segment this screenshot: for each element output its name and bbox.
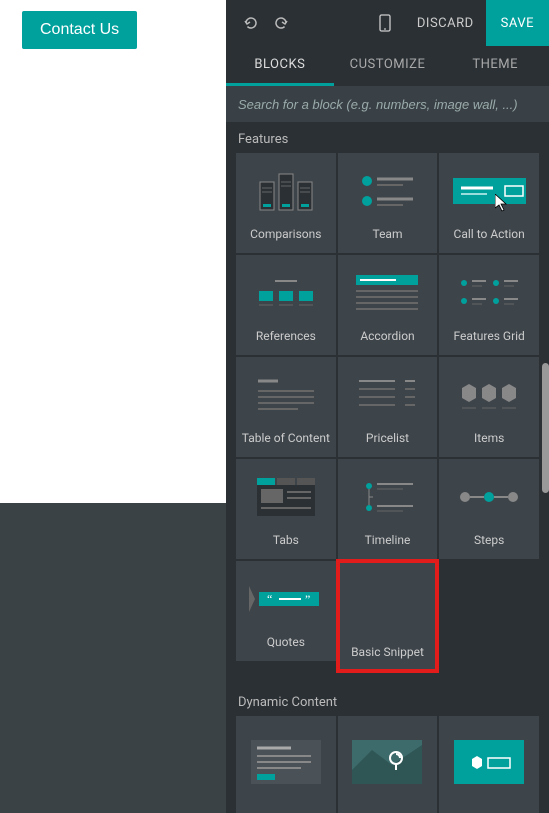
redo-icon[interactable] xyxy=(266,8,296,38)
block-tabs[interactable]: Tabs xyxy=(236,459,336,559)
block-pricelist[interactable]: Pricelist xyxy=(338,357,438,457)
save-button[interactable]: SAVE xyxy=(486,0,549,46)
block-label: Features Grid xyxy=(453,329,524,345)
canvas-footer xyxy=(0,503,226,813)
tab-blocks[interactable]: BLOCKS xyxy=(226,46,334,86)
accordion-icon xyxy=(351,263,424,323)
mobile-preview-icon[interactable] xyxy=(371,8,399,38)
dyn-2-icon xyxy=(351,724,424,800)
block-comparisons[interactable]: Comparisons xyxy=(236,153,336,253)
block-dyn-1[interactable] xyxy=(236,716,336,813)
top-bar: DISCARD SAVE xyxy=(226,0,549,46)
block-label: Pricelist xyxy=(366,431,409,447)
tab-bar: BLOCKS CUSTOMIZE THEME xyxy=(226,46,549,86)
tab-theme[interactable]: THEME xyxy=(441,46,549,86)
call-to-action-icon xyxy=(453,161,526,221)
block-label: Call to Action xyxy=(454,227,525,243)
basic-snippet-icon xyxy=(351,569,424,639)
editor-panel: DISCARD SAVE BLOCKS CUSTOMIZE THEME Feat… xyxy=(226,0,549,813)
steps-icon xyxy=(453,467,526,527)
tabs-icon xyxy=(249,467,322,527)
svg-text:“: “ xyxy=(267,592,272,606)
references-icon xyxy=(249,263,322,323)
block-label: Items xyxy=(474,431,504,447)
discard-button[interactable]: DISCARD xyxy=(405,0,486,46)
block-accordion[interactable]: Accordion xyxy=(338,255,438,355)
features-grid-icon xyxy=(453,263,526,323)
team-icon xyxy=(351,161,424,221)
comparisons-icon xyxy=(249,161,322,221)
undo-icon[interactable] xyxy=(236,8,266,38)
items-icon xyxy=(453,365,526,425)
canvas: Contact Us xyxy=(0,0,226,503)
block-quotes[interactable]: “”Quotes xyxy=(236,561,336,661)
block-references[interactable]: References xyxy=(236,255,336,355)
block-team[interactable]: Team xyxy=(338,153,438,253)
block-label: Team xyxy=(372,227,402,243)
block-dyn-3[interactable] xyxy=(439,716,539,813)
timeline-icon xyxy=(351,467,424,527)
block-label: Timeline xyxy=(365,533,411,549)
block-label: Steps xyxy=(474,533,504,549)
block-dyn-2[interactable] xyxy=(338,716,438,813)
block-timeline[interactable]: Timeline xyxy=(338,459,438,559)
block-label: Table of Content xyxy=(242,431,330,447)
block-label: Tabs xyxy=(273,533,299,549)
block-call-to-action[interactable]: Call to Action xyxy=(439,153,539,253)
scrollbar-thumb[interactable] xyxy=(542,363,549,493)
block-steps[interactable]: Steps xyxy=(439,459,539,559)
block-label: Quotes xyxy=(267,635,305,651)
svg-text:”: ” xyxy=(305,592,310,606)
tab-customize[interactable]: CUSTOMIZE xyxy=(334,46,442,86)
section-header: Dynamic Content xyxy=(226,685,543,716)
block-label: Basic Snippet xyxy=(351,645,424,661)
contact-us-button[interactable]: Contact Us xyxy=(22,11,137,49)
block-table-of-content[interactable]: Table of Content xyxy=(236,357,336,457)
dyn-1-icon xyxy=(249,724,322,800)
block-label: Comparisons xyxy=(250,227,321,243)
search-input[interactable] xyxy=(238,97,537,112)
search-bar xyxy=(226,86,549,122)
quotes-icon: “” xyxy=(249,569,322,629)
table-of-content-icon xyxy=(249,365,322,425)
section-header: Features xyxy=(226,122,543,153)
pricelist-icon xyxy=(351,365,424,425)
block-items[interactable]: Items xyxy=(439,357,539,457)
block-label: Accordion xyxy=(360,329,414,345)
block-features-grid[interactable]: Features Grid xyxy=(439,255,539,355)
block-grid: Comparisons Team Call to Action References A… xyxy=(226,153,543,685)
block-label: References xyxy=(256,329,316,345)
block-basic-snippet[interactable]: Basic Snippet xyxy=(338,561,438,671)
dyn-3-icon xyxy=(453,724,526,800)
blocks-content[interactable]: Features Comparisons Team Call to Action Ref… xyxy=(226,122,549,813)
block-grid xyxy=(226,716,543,813)
